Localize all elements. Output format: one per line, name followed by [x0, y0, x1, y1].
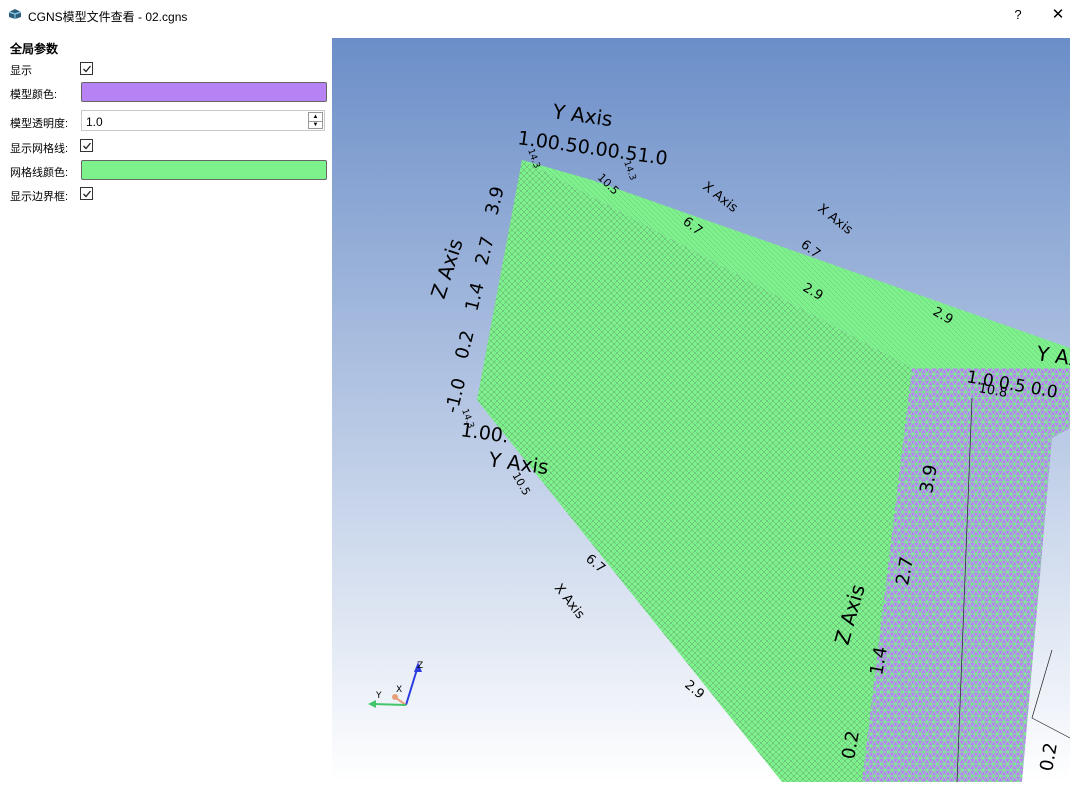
- show-bbox-checkbox[interactable]: [80, 187, 93, 200]
- title-bar: CGNS模型文件查看 - 02.cgns ? ✕: [0, 0, 1080, 30]
- show-grid-checkbox[interactable]: [80, 139, 93, 152]
- model-color-label: 模型颜色:: [10, 89, 58, 101]
- close-button[interactable]: ✕: [1046, 5, 1070, 25]
- spin-down-button[interactable]: ▼: [309, 121, 322, 129]
- show-checkbox[interactable]: [80, 62, 93, 75]
- orientation-y-label: Y: [375, 691, 382, 701]
- check-icon: [83, 190, 92, 198]
- grid-color-swatch[interactable]: [81, 160, 327, 180]
- show-label: 显示: [10, 65, 32, 77]
- app-icon: [8, 8, 22, 23]
- grid-color-label: 网格线颜色:: [10, 167, 69, 179]
- opacity-label: 模型透明度:: [10, 118, 69, 130]
- window-title: CGNS模型文件查看 - 02.cgns: [28, 10, 188, 24]
- parameter-panel: 全局参数 显示 模型颜色: 模型透明度: 1.0 ▲ ▼ 显示网格线: 网格线颜…: [0, 30, 332, 792]
- help-button[interactable]: ?: [1006, 5, 1030, 25]
- opacity-value: 1.0: [86, 115, 103, 129]
- check-icon: [83, 65, 92, 73]
- 3d-viewport[interactable]: Y Axis 1.00.50.00.51.0 14.3 14.3 10.5 X …: [332, 38, 1070, 782]
- model-color-swatch[interactable]: [81, 82, 327, 102]
- section-title: 全局参数: [10, 42, 59, 56]
- show-grid-label: 显示网格线:: [10, 143, 69, 155]
- viewport-canvas[interactable]: Y Axis 1.00.50.00.51.0 14.3 14.3 10.5 X …: [332, 38, 1070, 782]
- orientation-z-label: Z: [417, 661, 423, 671]
- opacity-spinbox[interactable]: 1.0 ▲ ▼: [81, 110, 325, 131]
- check-icon: [83, 142, 92, 150]
- spin-buttons: ▲ ▼: [308, 112, 323, 129]
- orientation-x-label: X: [396, 685, 402, 695]
- show-bbox-label: 显示边界框:: [10, 191, 69, 203]
